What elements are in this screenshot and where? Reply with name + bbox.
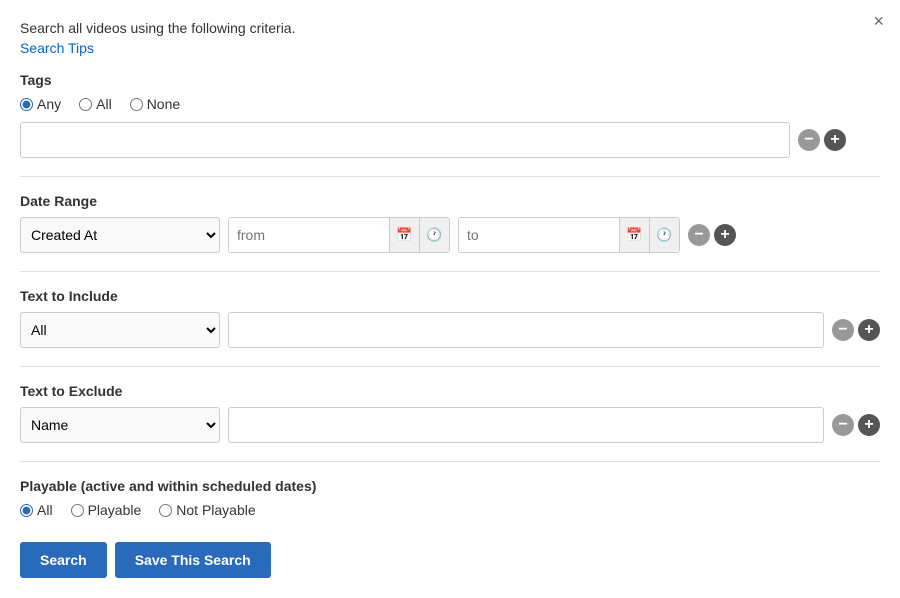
text-exclude-section: Text to Exclude Name Description Tags Al… [20,383,880,443]
divider-2 [20,271,880,272]
date-from-input[interactable] [229,218,389,252]
text-include-field-select[interactable]: All Name Description Tags [20,312,220,348]
text-exclude-row: Name Description Tags All − + [20,407,880,443]
save-search-button[interactable]: Save This Search [115,542,271,578]
playable-radio-not-playable[interactable]: Not Playable [159,502,255,518]
text-exclude-add-button[interactable]: + [858,414,880,436]
tags-radio-any[interactable]: Any [20,96,61,112]
tags-remove-button[interactable]: − [798,129,820,151]
text-include-row-controls: − + [832,319,880,341]
text-exclude-remove-button[interactable]: − [832,414,854,436]
date-field-select[interactable]: Created At Updated At Published At [20,217,220,253]
playable-radio-all[interactable]: All [20,502,53,518]
tags-add-button[interactable]: + [824,129,846,151]
button-row: Search Save This Search [20,542,880,578]
divider-1 [20,176,880,177]
playable-radio-all-input[interactable] [20,504,33,517]
tags-radio-any-input[interactable] [20,98,33,111]
text-include-row: All Name Description Tags − + [20,312,880,348]
tags-radio-none[interactable]: None [130,96,180,112]
search-button[interactable]: Search [20,542,107,578]
text-include-add-button[interactable]: + [858,319,880,341]
text-include-remove-button[interactable]: − [832,319,854,341]
tags-radio-any-label: Any [37,96,61,112]
playable-radio-playable[interactable]: Playable [71,502,142,518]
date-remove-button[interactable]: − [688,224,710,246]
text-exclude-row-controls: − + [832,414,880,436]
date-add-button[interactable]: + [714,224,736,246]
date-from-wrapper: 📅 🕐 [228,217,450,253]
date-range-label: Date Range [20,193,880,209]
tags-radio-all-input[interactable] [79,98,92,111]
date-to-input[interactable] [459,218,619,252]
search-tips-link[interactable]: Search Tips [20,40,94,56]
date-to-calendar-icon[interactable]: 📅 [619,218,649,252]
playable-radio-not-playable-label: Not Playable [176,502,255,518]
text-include-input[interactable] [228,312,824,348]
playable-label: Playable (active and within scheduled da… [20,478,880,494]
date-to-clock-icon[interactable]: 🕐 [649,218,679,252]
intro-text: Search all videos using the following cr… [20,20,880,36]
playable-radio-group: All Playable Not Playable [20,502,880,518]
tags-input-row: − + [20,122,880,158]
tags-radio-all-label: All [96,96,112,112]
tags-radio-all[interactable]: All [79,96,112,112]
text-exclude-label: Text to Exclude [20,383,880,399]
date-row-controls: − + [688,224,736,246]
tags-radio-none-label: None [147,96,180,112]
date-from-calendar-icon[interactable]: 📅 [389,218,419,252]
divider-4 [20,461,880,462]
close-button[interactable]: × [873,12,884,30]
date-from-clock-icon[interactable]: 🕐 [419,218,449,252]
tags-input[interactable] [20,122,790,158]
playable-radio-not-playable-input[interactable] [159,504,172,517]
divider-3 [20,366,880,367]
text-include-label: Text to Include [20,288,880,304]
playable-radio-playable-input[interactable] [71,504,84,517]
date-to-wrapper: 📅 🕐 [458,217,680,253]
date-range-row: Created At Updated At Published At 📅 🕐 📅… [20,217,880,253]
tags-radio-none-input[interactable] [130,98,143,111]
text-exclude-field-select[interactable]: Name Description Tags All [20,407,220,443]
playable-radio-playable-label: Playable [88,502,142,518]
date-range-section: Date Range Created At Updated At Publish… [20,193,880,253]
tags-label: Tags [20,72,880,88]
playable-radio-all-label: All [37,502,53,518]
text-exclude-input[interactable] [228,407,824,443]
tags-radio-group: Any All None [20,96,880,112]
tags-row-controls: − + [798,129,846,151]
text-include-section: Text to Include All Name Description Tag… [20,288,880,348]
playable-section: Playable (active and within scheduled da… [20,478,880,518]
